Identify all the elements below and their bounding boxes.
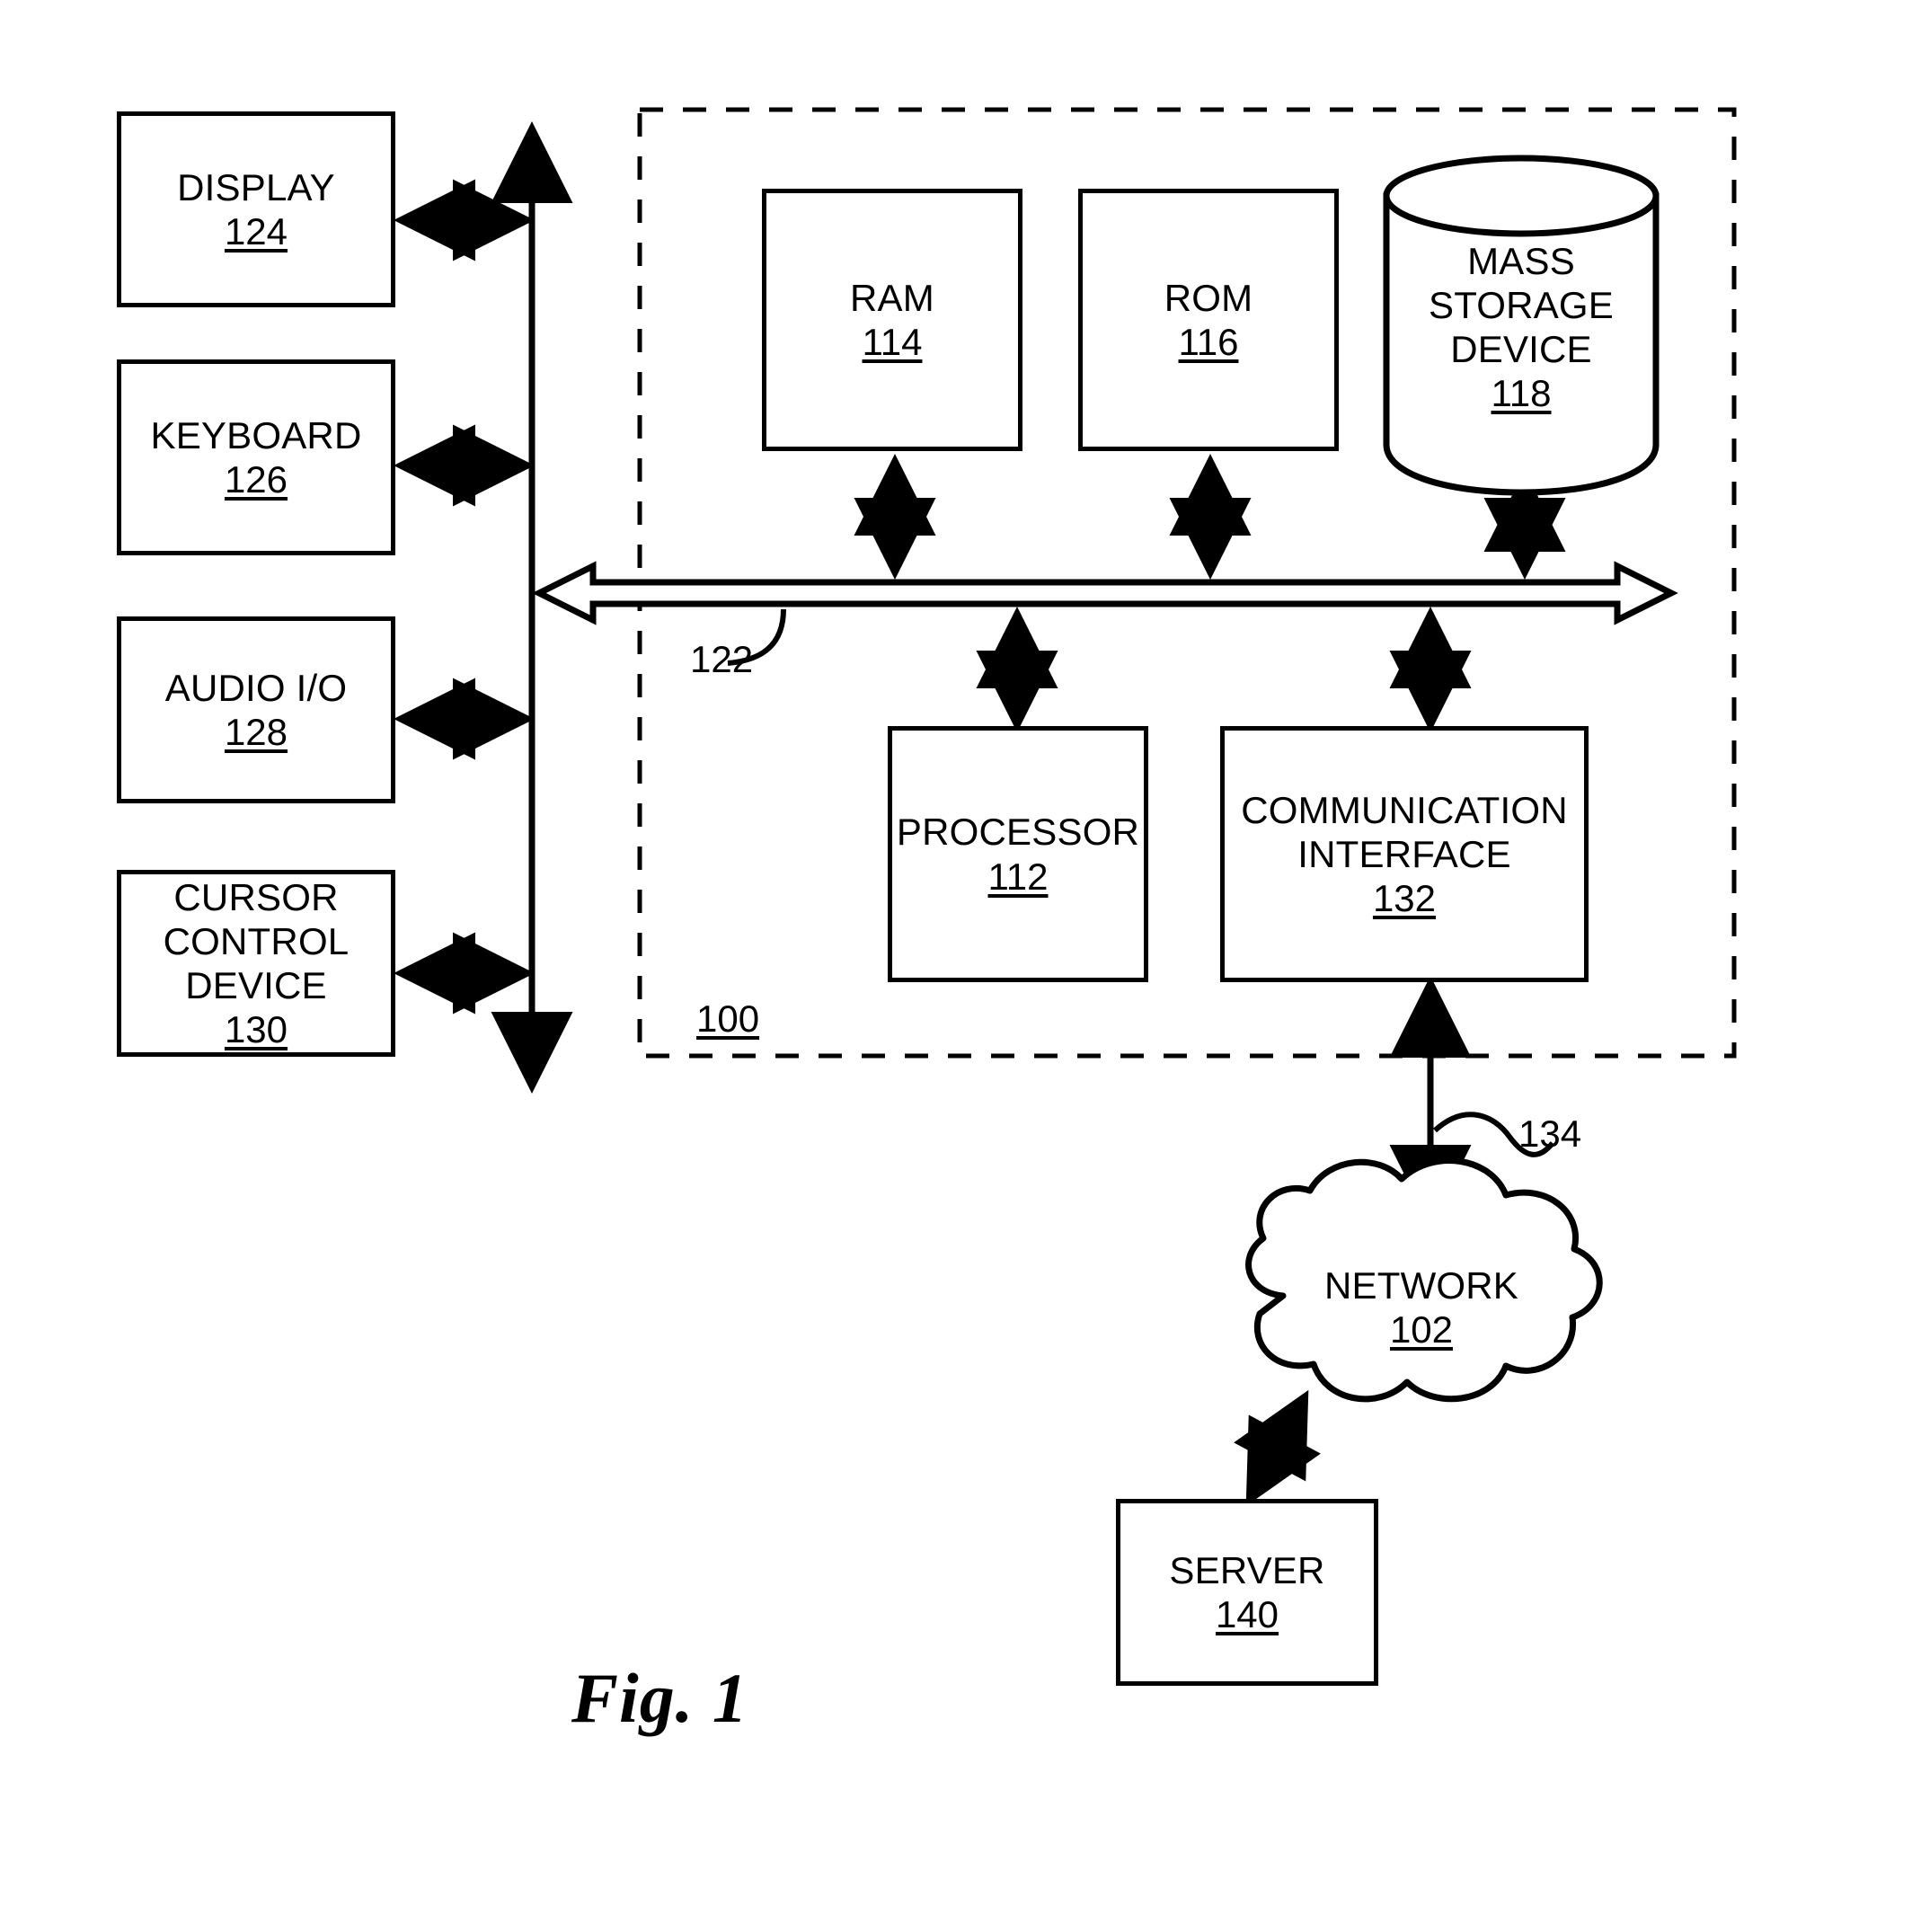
audio-io-label: AUDIO I/O — [164, 666, 348, 709]
cursor-control-device-label: CURSOR CONTROL DEVICE — [163, 875, 350, 1006]
communication-interface-label: COMMUNICATION INTERFACE — [1241, 788, 1568, 875]
keyboard-ref: 126 — [224, 458, 288, 501]
network-cloud[interactable]: NETWORK 102 — [1242, 1193, 1601, 1414]
processor-ref: 112 — [987, 855, 1049, 898]
ram-label: RAM — [850, 276, 934, 319]
system-bus-122 — [532, 561, 1678, 625]
audio-io-box[interactable]: AUDIO I/O 128 — [117, 616, 395, 803]
server-label: SERVER — [1169, 1548, 1325, 1591]
network-text-group: NETWORK 102 — [1242, 1263, 1601, 1352]
keyboard-label: KEYBOARD — [150, 413, 362, 456]
ram-box[interactable]: RAM 114 — [762, 189, 1022, 451]
display-ref: 124 — [224, 210, 288, 253]
patent-figure-1: DISPLAY 124 KEYBOARD 126 AUDIO I/O 128 C… — [0, 0, 1912, 1932]
mass-storage-device-ref: 118 — [1491, 372, 1552, 415]
cursor-control-device-ref: 130 — [224, 1008, 288, 1051]
system-ref-100: 100 — [696, 997, 760, 1040]
figure-caption: Fig. 1 — [571, 1659, 748, 1737]
network-ref: 102 — [1389, 1308, 1454, 1352]
keyboard-box[interactable]: KEYBOARD 126 — [117, 359, 395, 555]
processor-box[interactable]: PROCESSOR 112 — [888, 726, 1148, 982]
server-box[interactable]: SERVER 140 — [1116, 1499, 1378, 1686]
network-link-ref-134: 134 — [1518, 1112, 1582, 1155]
processor-label: PROCESSOR — [896, 811, 1140, 854]
network-label: NETWORK — [1323, 1264, 1519, 1307]
communication-interface-ref: 132 — [1372, 877, 1437, 920]
mass-storage-text-group: MASS STORAGE DEVICE 118 — [1386, 239, 1656, 416]
rom-box[interactable]: ROM 116 — [1078, 189, 1339, 451]
display-box[interactable]: DISPLAY 124 — [117, 111, 395, 307]
server-ref: 140 — [1215, 1593, 1279, 1635]
ram-ref: 114 — [862, 321, 923, 363]
cursor-control-device-box[interactable]: CURSOR CONTROL DEVICE 130 — [117, 870, 395, 1057]
display-label: DISPLAY — [177, 165, 335, 208]
mass-storage-device-box[interactable]: MASS STORAGE DEVICE 118 — [1386, 160, 1656, 414]
audio-io-ref: 128 — [224, 711, 288, 753]
communication-interface-box[interactable]: COMMUNICATION INTERFACE 132 — [1220, 726, 1589, 982]
mass-storage-device-label: MASS STORAGE DEVICE — [1428, 240, 1614, 371]
rom-ref: 116 — [1178, 321, 1239, 363]
rom-label: ROM — [1164, 276, 1253, 319]
bus-ref-122: 122 — [690, 638, 754, 680]
